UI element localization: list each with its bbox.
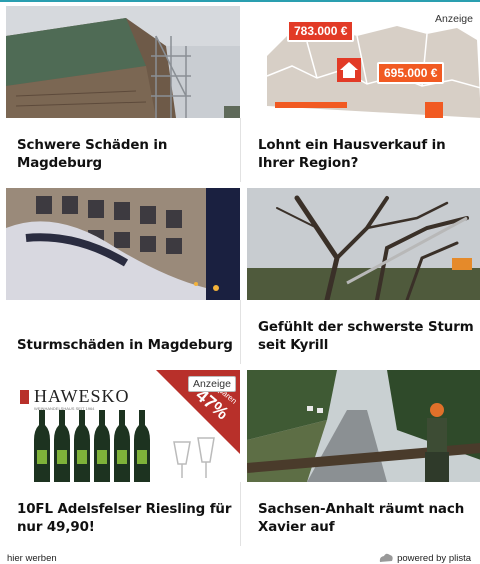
recommendation-card-6[interactable]: Sachsen-Anhalt räumt nach Xavier auf: [247, 370, 480, 546]
plista-logo-icon: [379, 553, 393, 562]
card-title[interactable]: 10FL Adelsfelser Riesling für nur 49,90!: [17, 501, 234, 537]
card-6-thumbnail[interactable]: [247, 370, 480, 482]
column-separator: [240, 300, 241, 364]
column-separator: [240, 118, 241, 182]
card-title[interactable]: Lohnt ein Hausverkauf in Ihrer Region?: [258, 137, 475, 173]
ad-badge: Anzeige: [188, 376, 236, 392]
brand-logo-text: HAWESKO: [34, 386, 130, 406]
forest-road-cleanup-image: [247, 370, 480, 482]
price-tag-1: 783.000 €: [287, 20, 355, 42]
damaged-church-image: [6, 6, 240, 118]
house-pin-icon: [337, 58, 361, 82]
storm-damaged-building-image: [6, 188, 240, 300]
ad-badge: Anzeige: [435, 13, 473, 25]
recommendation-card-4[interactable]: Gefühlt der schwerste Sturm seit Kyrill: [247, 188, 480, 364]
column-separator: [240, 482, 241, 546]
price-tag-2: 695.000 €: [377, 62, 445, 84]
powered-by[interactable]: powered by plista: [378, 552, 471, 564]
advertise-link[interactable]: hier werben: [7, 553, 57, 564]
card-5-thumbnail[interactable]: HAWESKO WEINHANDELSHAUS SEIT 1964 47% sp…: [6, 370, 240, 482]
recommendation-card-5[interactable]: HAWESKO WEINHANDELSHAUS SEIT 1964 47% sp…: [6, 370, 240, 546]
card-title[interactable]: Sachsen-Anhalt räumt nach Xavier auf: [258, 501, 475, 537]
card-title[interactable]: Gefühlt der schwerste Sturm seit Kyrill: [258, 319, 475, 355]
fallen-tree-image: [247, 188, 480, 300]
powered-by-label: powered by plista: [397, 552, 471, 564]
card-3-thumbnail[interactable]: [6, 188, 240, 300]
recommendation-card-2[interactable]: 783.000 € 695.000 € Anzeige Lohnt ein Ha…: [247, 6, 480, 182]
card-4-thumbnail[interactable]: [247, 188, 480, 300]
card-title[interactable]: Schwere Schäden in Magdeburg: [17, 137, 234, 173]
card-title[interactable]: Sturmschäden in Magdeburg: [17, 337, 234, 355]
card-2-thumbnail[interactable]: 783.000 € 695.000 € Anzeige: [247, 6, 480, 118]
recommendation-card-3[interactable]: Sturmschäden in Magdeburg: [6, 188, 240, 364]
hawesko-crest-icon: [20, 390, 29, 404]
brand-subtitle: WEINHANDELSHAUS SEIT 1964: [34, 406, 95, 411]
top-accent-line: [0, 0, 480, 2]
card-1-thumbnail[interactable]: [6, 6, 240, 118]
recommendation-card-1[interactable]: Schwere Schäden in Magdeburg: [6, 6, 240, 182]
